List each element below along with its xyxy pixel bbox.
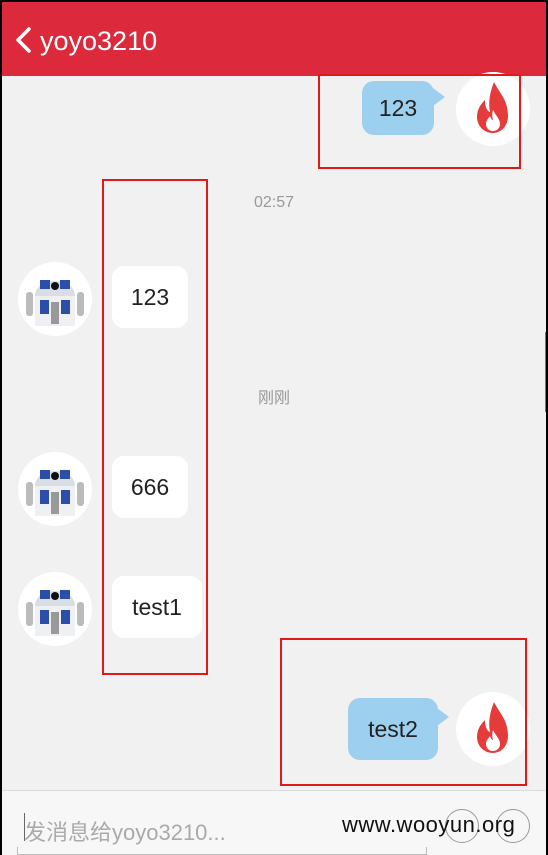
message-input[interactable]: 发消息给yoyo3210...	[24, 815, 226, 847]
watermark-text: www.wooyun.org	[342, 812, 516, 837]
avatar-contact[interactable]	[18, 262, 92, 336]
input-underline	[17, 847, 427, 855]
highlight-box-top-outgoing	[318, 74, 521, 169]
avatar-contact[interactable]	[18, 572, 92, 646]
robot-avatar-icon	[18, 452, 92, 526]
back-arrow-icon[interactable]	[14, 27, 34, 53]
chat-screen: yoyo3210 123 02:57 123 刚刚 666 test1 test…	[2, 2, 546, 855]
message-incoming: 666	[2, 452, 546, 532]
robot-avatar-icon	[18, 572, 92, 646]
robot-avatar-icon	[18, 262, 92, 336]
message-incoming: 123	[2, 260, 546, 340]
chat-title: yoyo3210	[40, 26, 158, 56]
avatar-contact[interactable]	[18, 452, 92, 526]
time-divider: 刚刚	[257, 390, 290, 407]
highlight-box-incoming-messages	[102, 179, 208, 675]
edge-artifact	[545, 332, 546, 412]
time-divider: 02:57	[253, 194, 295, 211]
app-header: yoyo3210	[2, 2, 546, 76]
highlight-box-bottom-outgoing	[280, 638, 527, 786]
